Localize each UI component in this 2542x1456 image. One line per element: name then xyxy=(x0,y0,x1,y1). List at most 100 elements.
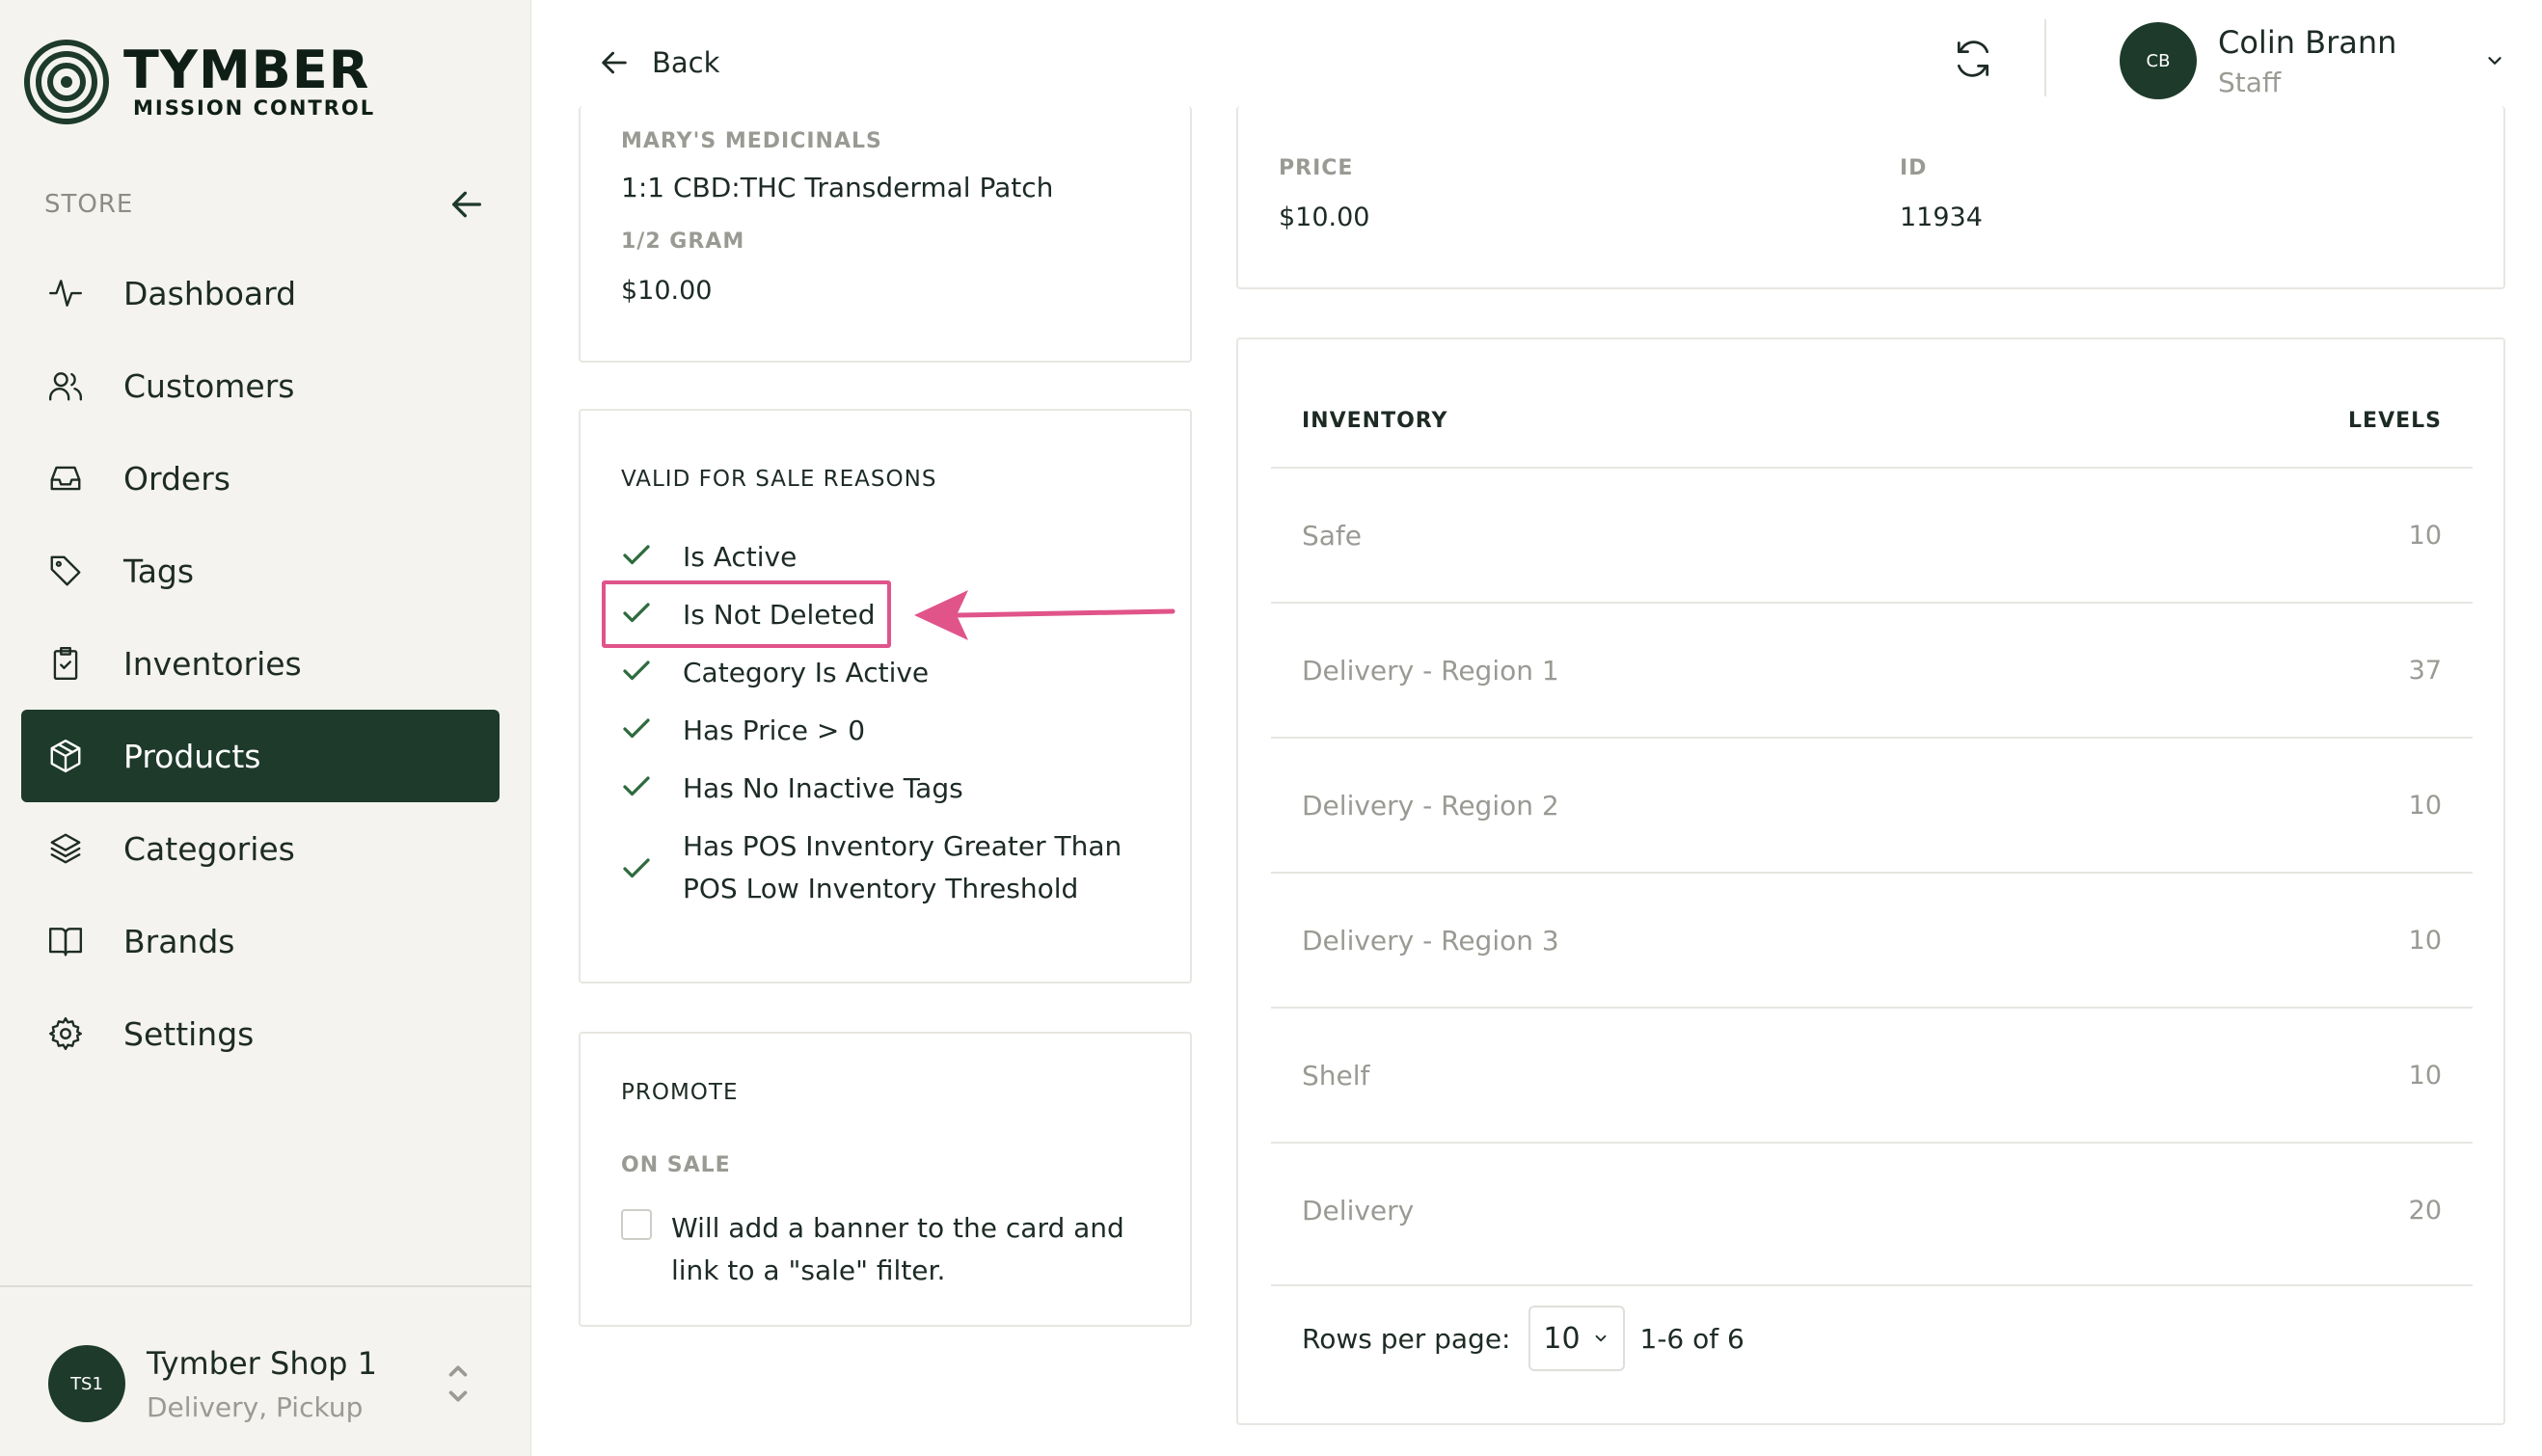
reason-label: Category Is Active xyxy=(683,657,930,688)
valid-for-sale-title: VALID FOR SALE REASONS xyxy=(621,467,937,492)
sidebar-item-brands[interactable]: Brands xyxy=(21,895,500,987)
store-section-header: STORE xyxy=(44,183,488,226)
sidebar-item-orders[interactable]: Orders xyxy=(21,432,500,525)
sidebar-item-label: Brands xyxy=(123,922,235,960)
inbox-icon xyxy=(50,466,81,491)
price-value: $10.00 xyxy=(1279,202,1370,232)
sidebar-item-label: Customers xyxy=(123,366,295,405)
collapse-sidebar-button[interactable] xyxy=(446,183,488,226)
table-row: Delivery - Region 2 10 xyxy=(1271,737,2473,872)
sidebar-divider xyxy=(0,1285,531,1287)
product-price: $10.00 xyxy=(621,276,713,306)
sidebar-item-tags[interactable]: Tags xyxy=(21,525,500,617)
refresh-icon xyxy=(1957,40,1989,77)
rows-per-page-label: Rows per page: xyxy=(1302,1322,1511,1355)
sidebar-item-categories[interactable]: Categories xyxy=(21,802,500,895)
sidebar-item-label: Products xyxy=(123,737,261,775)
clipboard-check-icon xyxy=(53,646,78,681)
annotation-highlight-box xyxy=(602,580,891,648)
sidebar-item-label: Settings xyxy=(123,1014,255,1053)
table-row: Delivery 20 xyxy=(1271,1142,2473,1277)
back-label: Back xyxy=(652,46,720,79)
table-row: Shelf 10 xyxy=(1271,1007,2473,1142)
book-open-icon xyxy=(48,928,83,957)
check-icon xyxy=(623,776,650,796)
table-pagination: Rows per page: 10 1-6 of 6 xyxy=(1271,1284,2473,1390)
shop-avatar: TS1 xyxy=(48,1345,125,1422)
sidebar-item-products[interactable]: Products xyxy=(21,710,500,802)
sidebar-item-label: Orders xyxy=(123,459,230,498)
inventory-level: 10 xyxy=(2408,790,2442,821)
reason-item: Has Price > 0 xyxy=(619,710,1175,752)
inventory-level: 37 xyxy=(2408,655,2442,686)
product-size: 1/2 GRAM xyxy=(621,229,745,254)
on-sale-checkbox[interactable] xyxy=(621,1209,652,1240)
valid-for-sale-card: VALID FOR SALE REASONS Is Active Is Not … xyxy=(579,409,1192,984)
product-brand: MARY'S MEDICINALS xyxy=(621,129,882,153)
product-name: 1:1 CBD:THC Transdermal Patch xyxy=(621,172,1054,203)
promote-card: PROMOTE ON SALE Will add a banner to the… xyxy=(579,1032,1192,1327)
user-menu[interactable]: CB Colin Brann Staff xyxy=(2120,21,2505,100)
inventory-levels-card: INVENTORY LEVELS Safe 10 Delivery - Regi… xyxy=(1236,337,2505,1425)
table-row: Delivery - Region 3 10 xyxy=(1271,872,2473,1007)
check-icon xyxy=(623,661,650,681)
reason-item: Has POS Inventory Greater Than POS Low I… xyxy=(619,825,1175,910)
sidebar-item-customers[interactable]: Customers xyxy=(21,339,500,432)
product-summary-card: MARY'S MEDICINALS 1:1 CBD:THC Transderma… xyxy=(579,106,1192,363)
sidebar-item-label: Tags xyxy=(123,552,195,590)
shop-switcher[interactable]: TS1 Tymber Shop 1 Delivery, Pickup xyxy=(48,1340,473,1427)
id-value: 11934 xyxy=(1900,202,1983,232)
chevron-down-icon xyxy=(2488,57,2501,65)
price-id-card: PRICE $10.00 ID 11934 xyxy=(1236,106,2505,289)
price-label: PRICE xyxy=(1279,156,1354,180)
inventory-column-header: INVENTORY xyxy=(1302,409,1448,433)
header-divider xyxy=(2044,19,2046,96)
pagination-range: 1-6 of 6 xyxy=(1639,1322,1744,1355)
chevron-up-down-icon xyxy=(448,1365,468,1402)
sidebar-item-label: Dashboard xyxy=(123,274,297,312)
layers-icon xyxy=(50,833,81,864)
inventory-name: Delivery - Region 3 xyxy=(1302,924,1559,957)
brand-subtitle: MISSION CONTROL xyxy=(133,96,376,120)
user-name: Colin Brann xyxy=(2218,23,2397,61)
reason-label: Is Active xyxy=(683,541,798,573)
promote-title: PROMOTE xyxy=(621,1080,739,1105)
reason-label: Has POS Inventory Greater Than POS Low I… xyxy=(683,830,1122,904)
tag-icon xyxy=(50,555,81,586)
back-button[interactable]: Back xyxy=(598,39,719,87)
inventory-name: Delivery - Region 1 xyxy=(1302,654,1559,687)
arrow-left-icon xyxy=(452,191,481,218)
sidebar-item-dashboard[interactable]: Dashboard xyxy=(21,247,500,339)
inventory-name: Delivery xyxy=(1302,1194,1415,1227)
check-icon xyxy=(623,858,650,878)
sidebar-item-label: Categories xyxy=(123,829,295,868)
inventory-level: 20 xyxy=(2408,1195,2442,1226)
reason-label: Has Price > 0 xyxy=(683,715,866,746)
id-label: ID xyxy=(1900,156,1928,180)
tymber-logo-icon xyxy=(24,40,109,124)
inventory-name: Shelf xyxy=(1302,1059,1370,1092)
levels-column-header: LEVELS xyxy=(2348,409,2442,433)
sidebar-nav: Dashboard Customers Orders Tags Inventor… xyxy=(21,247,500,1080)
activity-icon xyxy=(48,280,83,307)
arrow-left-icon xyxy=(602,51,627,74)
sidebar-item-settings[interactable]: Settings xyxy=(21,987,500,1080)
reason-label: Has No Inactive Tags xyxy=(683,772,963,804)
rows-per-page-value: 10 xyxy=(1543,1321,1581,1356)
users-icon xyxy=(48,372,83,401)
shop-modes: Delivery, Pickup xyxy=(147,1390,364,1423)
check-icon xyxy=(623,545,650,565)
reason-item: Is Active xyxy=(619,536,1175,579)
refresh-button[interactable] xyxy=(1951,37,1995,81)
table-row: Delivery - Region 1 37 xyxy=(1271,602,2473,737)
inventory-level: 10 xyxy=(2408,1060,2442,1091)
brand-title: TYMBER xyxy=(123,40,370,100)
reason-item: Has No Inactive Tags xyxy=(619,768,1175,810)
box-icon xyxy=(50,739,81,773)
sidebar: TYMBER MISSION CONTROL STORE Dashboard C… xyxy=(0,0,531,1456)
rows-per-page-select[interactable]: 10 xyxy=(1528,1306,1625,1371)
table-row: Safe 10 xyxy=(1271,467,2473,602)
brand-logo[interactable]: TYMBER MISSION CONTROL xyxy=(23,39,375,125)
inventory-name: Safe xyxy=(1302,519,1363,552)
sidebar-item-inventories[interactable]: Inventories xyxy=(21,617,500,710)
